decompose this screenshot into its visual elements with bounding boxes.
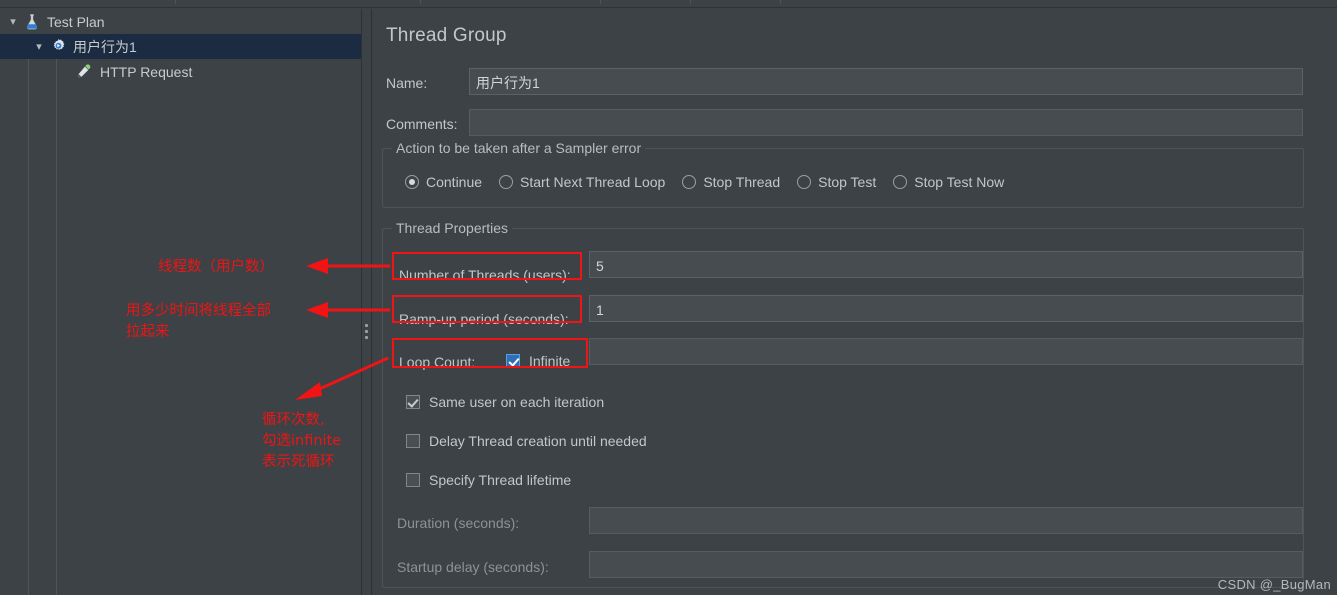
radio-mark-icon[interactable] <box>893 175 908 189</box>
comments-input-value <box>470 110 1302 114</box>
sampler-error-legend: Action to be taken after a Sampler error <box>392 140 646 156</box>
radio-mark-icon[interactable] <box>499 175 514 189</box>
watermark: CSDN @_BugMan <box>1217 577 1331 592</box>
flask-icon <box>22 12 42 32</box>
radio-start-next-thread-loop[interactable]: Start Next Thread Loop <box>499 174 665 190</box>
tree-item-label: HTTP Request <box>100 63 193 80</box>
pipette-icon <box>75 62 95 82</box>
comments-label: Comments: <box>386 116 458 132</box>
ramp-up-period-value: 1 <box>596 302 604 318</box>
comments-input[interactable] <box>469 109 1303 136</box>
ramp-up-period-input[interactable]: 1 <box>589 295 1303 322</box>
name-label: Name: <box>386 75 428 91</box>
number-of-threads-label: Number of Threads (users): <box>399 267 571 283</box>
infinite-label: Infinite <box>529 353 571 369</box>
chevron-down-icon[interactable]: ▾ <box>4 9 22 34</box>
tree-item-thread-group[interactable]: ▾ 用户行为1 <box>0 34 361 59</box>
radio-stop-thread[interactable]: Stop Thread <box>682 174 780 190</box>
radio-mark-icon[interactable] <box>405 175 419 189</box>
loop-count-value <box>590 339 1302 343</box>
tree-item-label: Test Plan <box>47 13 105 30</box>
startup-delay-value <box>590 552 1302 556</box>
number-of-threads-value: 5 <box>596 258 604 274</box>
radio-mark-icon[interactable] <box>682 175 697 189</box>
startup-delay-label: Startup delay (seconds): <box>397 559 549 575</box>
tree-guide-line <box>28 34 29 595</box>
sampler-error-radio-group[interactable]: Continue Start Next Thread Loop Stop Thr… <box>405 174 1021 190</box>
infinite-checkbox[interactable] <box>506 354 520 368</box>
duration-input[interactable] <box>589 507 1303 534</box>
same-user-each-iteration-row[interactable]: Same user on each iteration <box>406 394 604 410</box>
thread-properties-legend: Thread Properties <box>392 220 513 236</box>
radio-stop-test-now[interactable]: Stop Test Now <box>893 174 1004 190</box>
name-input[interactable]: 用户行为1 <box>469 68 1303 95</box>
delay-thread-creation-checkbox[interactable] <box>406 434 420 448</box>
loop-count-label: Loop Count: <box>399 354 476 370</box>
annotation-text-loop: 循环次数, 勾选infinite 表示死循环 <box>262 412 342 470</box>
loop-count-input[interactable] <box>589 338 1303 365</box>
tree-item-label: 用户行为1 <box>73 38 137 55</box>
splitter-grip-icon[interactable] <box>365 324 369 342</box>
tree-item-http-request[interactable]: HTTP Request <box>0 59 361 84</box>
specify-thread-lifetime-checkbox[interactable] <box>406 473 420 487</box>
panel-splitter[interactable] <box>362 9 372 595</box>
same-user-each-iteration-checkbox[interactable] <box>406 395 420 409</box>
tree-item-test-plan[interactable]: ▾ Test Plan <box>0 9 361 34</box>
duration-label: Duration (seconds): <box>397 515 520 531</box>
thread-group-panel: Thread Group Name: 用户行为1 Comments: Actio… <box>373 9 1337 595</box>
same-user-each-iteration-label: Same user on each iteration <box>429 394 605 410</box>
radio-continue[interactable]: Continue <box>405 174 482 190</box>
annotation-text-threads: 线程数（用户数） <box>158 259 274 275</box>
specify-thread-lifetime-label: Specify Thread lifetime <box>429 472 572 488</box>
radio-label: Continue <box>426 174 483 190</box>
startup-delay-input[interactable] <box>589 551 1303 578</box>
infinite-checkbox-row[interactable]: Infinite <box>506 353 570 369</box>
delay-thread-creation-row[interactable]: Delay Thread creation until needed <box>406 433 647 449</box>
tree-guide-line <box>56 59 57 595</box>
chevron-down-icon[interactable]: ▾ <box>30 34 48 59</box>
duration-value <box>590 508 1302 512</box>
page-title: Thread Group <box>386 25 507 46</box>
annotation-text-rampup: 用多少时间将线程全部 拉起来 <box>126 303 271 340</box>
name-input-value: 用户行为1 <box>476 75 540 91</box>
radio-label: Stop Test Now <box>914 174 1005 190</box>
radio-label: Stop Test <box>818 174 877 190</box>
specify-thread-lifetime-row[interactable]: Specify Thread lifetime <box>406 472 571 488</box>
radio-label: Start Next Thread Loop <box>520 174 666 190</box>
number-of-threads-input[interactable]: 5 <box>589 251 1303 278</box>
ramp-up-period-label: Ramp-up period (seconds): <box>399 311 569 327</box>
radio-label: Stop Thread <box>703 174 781 190</box>
delay-thread-creation-label: Delay Thread creation until needed <box>429 433 647 449</box>
jmeter-window: ▾ Test Plan ▾ 用户行为1 HTTP Request Thread … <box>0 0 1337 595</box>
radio-stop-test[interactable]: Stop Test <box>797 174 876 190</box>
gear-icon <box>48 37 68 57</box>
toolbar-strip <box>0 0 1337 8</box>
radio-mark-icon[interactable] <box>797 175 812 189</box>
